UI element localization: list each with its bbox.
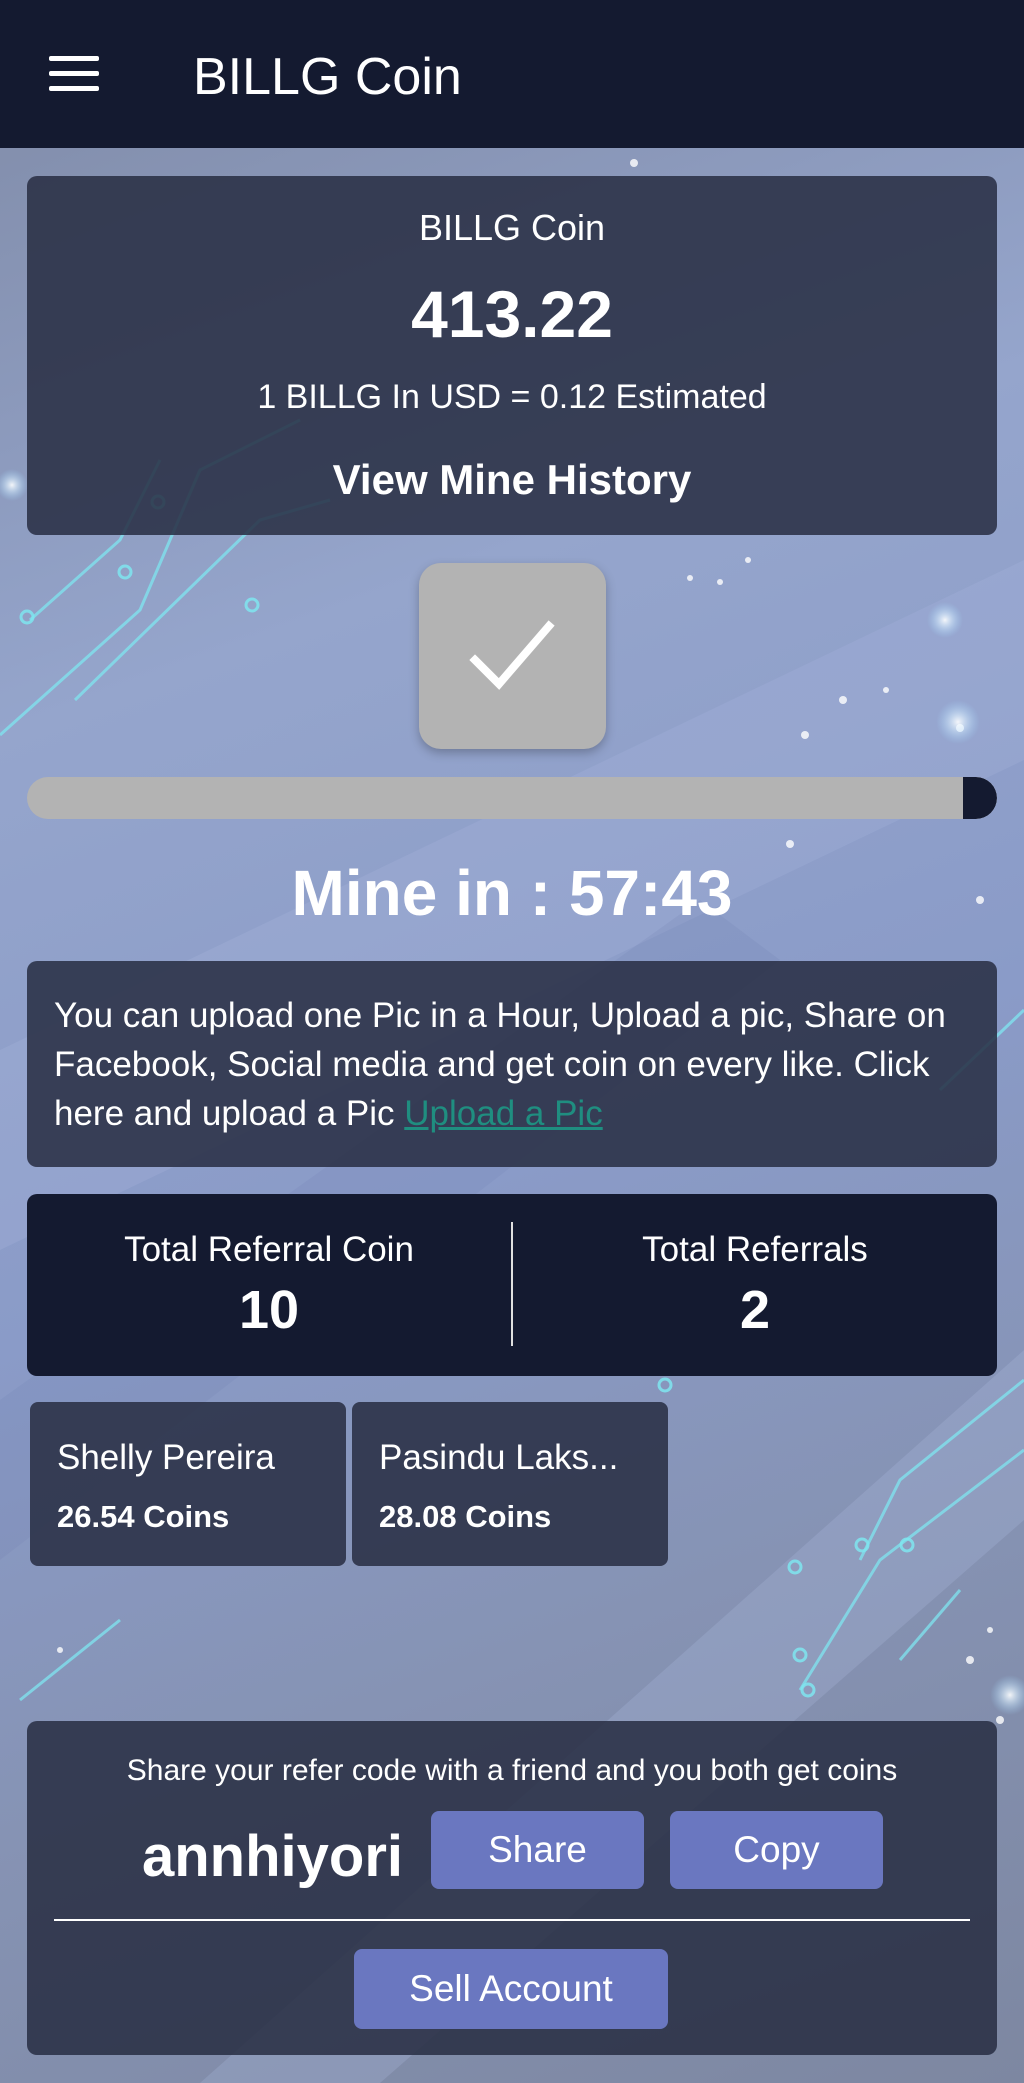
friend-coins: 26.54 Coins (57, 1499, 230, 1534)
balance-label: BILLG Coin (418, 207, 606, 248)
app-bar: BILLG Coin (0, 0, 1024, 148)
divider (54, 1919, 970, 1921)
total-referrals-label: Total Referrals (642, 1230, 868, 1269)
refer-code: annhiyori (142, 1824, 404, 1889)
usd-rate-text: 1 BILLG In USD = 0.12 Estimated (257, 378, 767, 416)
total-referral-coin: Total Referral Coin 10 (27, 1194, 511, 1376)
mine-button[interactable] (419, 563, 606, 749)
share-button[interactable]: Share (431, 1811, 644, 1889)
friend-coins: 28.08 Coins (379, 1499, 552, 1534)
balance-card: BILLG Coin 413.22 1 BILLG In USD = 0.12 … (27, 176, 997, 535)
friend-name: Pasindu Laks... (379, 1438, 619, 1477)
referral-friend-card[interactable]: Pasindu Laks... 28.08 Coins (352, 1402, 668, 1566)
mine-countdown: Mine in : 57:43 (291, 857, 733, 929)
checkmark-icon (469, 620, 555, 690)
view-mine-history-link[interactable]: View Mine History (27, 454, 997, 506)
app-title: BILLG Coin (193, 48, 462, 106)
upload-info-card: You can upload one Pic in a Hour, Upload… (27, 961, 997, 1167)
copy-button[interactable]: Copy (670, 1811, 883, 1889)
hamburger-menu-icon[interactable] (49, 56, 99, 92)
mining-progress-bar (27, 777, 997, 819)
total-referrals-value: 2 (739, 1280, 771, 1340)
balance-amount: 413.22 (411, 277, 613, 351)
total-referral-coin-value: 10 (238, 1280, 300, 1340)
total-referrals: Total Referrals 2 (513, 1194, 997, 1376)
total-referral-coin-label: Total Referral Coin (124, 1230, 414, 1269)
share-caption: Share your refer code with a friend and … (126, 1754, 898, 1787)
upload-info-text: You can upload one Pic in a Hour, Upload… (54, 991, 984, 1138)
share-refer-code-card: Share your refer code with a friend and … (27, 1721, 997, 2055)
referral-summary-card: Total Referral Coin 10 Total Referrals 2 (27, 1194, 997, 1376)
referral-friend-card[interactable]: Shelly Pereira 26.54 Coins (30, 1402, 346, 1566)
sell-account-button[interactable]: Sell Account (354, 1949, 668, 2029)
friend-name: Shelly Pereira (57, 1438, 275, 1477)
upload-pic-link[interactable]: Upload a Pic (404, 1094, 602, 1133)
